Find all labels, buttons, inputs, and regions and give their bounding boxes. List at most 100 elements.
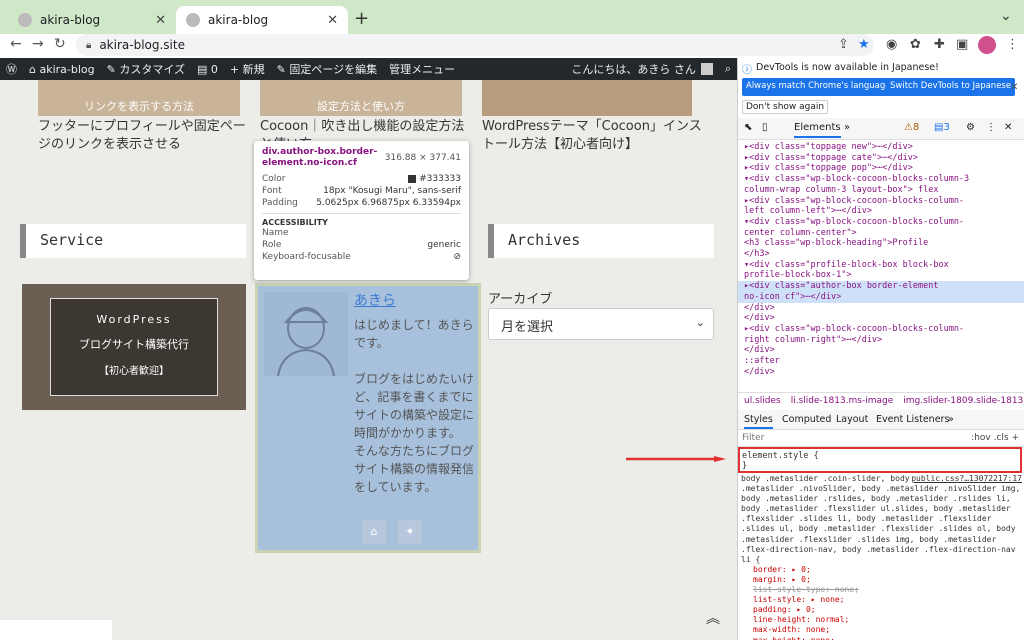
dom-node-line[interactable]: ▸<div class="author-box border-element [738, 281, 1024, 292]
adminbar-admin-menu[interactable]: 管理メニュー [383, 61, 461, 77]
menu-icon[interactable]: ⋮ [1006, 37, 1019, 52]
css-property[interactable]: margin: ▸ 0; [741, 575, 1022, 585]
profile-icon[interactable] [978, 36, 996, 54]
scroll-top-icon[interactable]: ︽ [706, 608, 720, 628]
messages-badge[interactable]: ▤3 [934, 122, 950, 133]
browser-tab-1[interactable]: akira-blog ✕ [8, 6, 176, 34]
close-icon[interactable]: ✕ [1010, 82, 1018, 93]
dom-node-line[interactable]: ▸<div class="toppage pop">⋯</div> [738, 163, 1024, 174]
dom-node-line[interactable]: no-icon cf">⋯</div> [738, 291, 1024, 303]
sidebar-icon[interactable]: ▣ [956, 37, 968, 52]
more-tabs-icon[interactable]: » [844, 122, 850, 133]
tab-elements[interactable]: Elements [794, 122, 841, 138]
tab-computed[interactable]: Computed [782, 414, 831, 425]
tab-search-icon[interactable]: ⌄ [1000, 8, 1012, 24]
pencil-icon: ✎ [276, 62, 290, 76]
css-property[interactable]: border: ▸ 0; [741, 565, 1022, 575]
dom-node-line[interactable]: center column-center"> [738, 228, 1024, 239]
adminbar-site[interactable]: ⌂ akira-blog [23, 63, 101, 76]
service-banner[interactable]: WordPress ブログサイト構築代行 【初心者歓迎】 [22, 284, 246, 410]
dom-node-line[interactable]: left column-left">⋯</div> [738, 206, 1024, 217]
more-style-tabs-icon[interactable]: » [948, 414, 954, 425]
css-property[interactable]: line-height: normal; [741, 615, 1022, 625]
dom-node-line[interactable]: ▸<div class="wp-block-cocoon-blocks-colu… [738, 196, 1024, 207]
device-toggle-icon[interactable]: ▯ [762, 122, 768, 133]
filter-tools[interactable]: :hov .cls + [971, 433, 1019, 443]
dom-node-line[interactable]: </div> [738, 303, 1024, 314]
twitter-icon[interactable]: ✦ [398, 520, 422, 544]
match-language-button[interactable]: Always match Chrome's language [742, 78, 895, 96]
breadcrumb-item[interactable]: img.slider-1809.slide-1813 [903, 396, 1023, 406]
dom-node-line[interactable]: ▾<div class="wp-block-cocoon-blocks-colu… [738, 174, 1024, 185]
adminbar-edit-page[interactable]: ✎ 固定ページを編集 [271, 61, 384, 77]
close-tab-icon[interactable]: ✕ [327, 13, 338, 28]
address-bar[interactable]: 🔒︎ akira-blog.site [76, 34, 874, 56]
post-thumbnail[interactable] [482, 80, 692, 116]
close-devtools-icon[interactable]: ✕ [1004, 122, 1012, 133]
dom-node-line[interactable]: profile-block-box-1"> [738, 270, 1024, 281]
reload-icon[interactable]: ↻ [54, 36, 66, 52]
dom-node-line[interactable]: ▸<div class="toppage cate">⋯</div> [738, 153, 1024, 164]
dom-node-line[interactable]: right column-right">⋯</div> [738, 335, 1024, 346]
adminbar-comments[interactable]: ▤ 0 [191, 63, 224, 76]
rule-source-link[interactable]: public.css?…13072217:17 [911, 474, 1022, 484]
breadcrumb-item[interactable]: li.slide-1813.ms-image [791, 396, 894, 406]
dom-node-line[interactable]: ▾<div class="profile-block-box block-box [738, 260, 1024, 271]
close-tab-icon[interactable]: ✕ [155, 13, 166, 28]
adminbar-customize[interactable]: ✎ カスタマイズ [101, 61, 191, 77]
css-property[interactable]: max-width: none; [741, 625, 1022, 635]
dom-node-line[interactable]: </div> [738, 345, 1024, 356]
dom-node-line[interactable]: column-wrap column-3 layout-box"> flex [738, 185, 1024, 196]
author-name-link[interactable]: あきら [354, 290, 396, 310]
back-icon[interactable]: ← [10, 36, 22, 52]
puzzle-icon[interactable]: ✚ [934, 37, 945, 52]
dom-tree[interactable]: ▸<div class="toppage new">⋯</div> ▸<div c… [738, 142, 1024, 392]
warnings-badge[interactable]: ⚠8 [904, 122, 919, 133]
tab-layout[interactable]: Layout [836, 414, 868, 425]
css-property[interactable]: padding: ▸ 0; [741, 605, 1022, 615]
name-label: Name [262, 228, 289, 238]
dom-node-line[interactable]: </div> [738, 313, 1024, 324]
inspect-icon[interactable]: ⬉ [744, 122, 752, 133]
dom-node-line[interactable]: ::after [738, 356, 1024, 367]
dom-node-line[interactable]: ▾<div class="wp-block-cocoon-blocks-colu… [738, 217, 1024, 228]
styles-filter-input[interactable]: Filter :hov .cls + [738, 431, 1024, 447]
dom-node-line[interactable]: </div> [738, 367, 1024, 378]
forward-icon[interactable]: → [32, 36, 44, 52]
search-icon[interactable]: ⌕ [719, 62, 737, 76]
css-property[interactable]: list-style-type: none; [741, 585, 1022, 595]
extension-icon[interactable]: ✿ [910, 37, 921, 52]
browser-tab-2[interactable]: akira-blog ✕ [176, 6, 348, 34]
dom-node-line[interactable]: </h3> [738, 249, 1024, 260]
new-tab-button[interactable]: + [354, 8, 369, 29]
post-thumbnail[interactable]: 設定方法と使い方 [260, 80, 462, 116]
css-property[interactable]: list-style: ▸ none; [741, 595, 1022, 605]
role-value: generic [427, 240, 461, 250]
dom-node-line[interactable]: ▸<div class="toppage new">⋯</div> [738, 142, 1024, 153]
star-icon[interactable]: ★ [858, 37, 870, 52]
css-property[interactable]: max-height: none; [741, 636, 1022, 640]
adminbar-greeting[interactable]: こんにちは、あきら さん [565, 61, 719, 77]
adminbar-new[interactable]: + 新規 [224, 61, 271, 77]
home-icon[interactable]: ⌂ [362, 520, 386, 544]
breadcrumb-item[interactable]: ul.slides [744, 396, 781, 406]
dont-show-button[interactable]: Don't show again [742, 100, 829, 114]
tab-event-listeners[interactable]: Event Listeners [876, 414, 949, 425]
wp-logo-icon[interactable]: Ⓦ [0, 61, 23, 77]
settings-gear-icon[interactable]: ⚙ [966, 122, 975, 133]
camera-icon[interactable]: ◉ [886, 37, 897, 52]
dom-node-line[interactable]: <h3 class="wp-block-heading">Profile [738, 238, 1024, 249]
post-thumbnail[interactable]: リンクを表示する方法 [38, 80, 240, 116]
share-icon[interactable]: ⇪ [838, 37, 849, 52]
switch-language-button[interactable]: Switch DevTools to Japanese [886, 78, 1016, 96]
element-style-rule[interactable]: element.style { } [738, 447, 1022, 473]
more-options-icon[interactable]: ⋮ [986, 122, 996, 133]
tab-styles[interactable]: Styles [744, 414, 773, 429]
post-title-link[interactable]: フッターにプロフィールや固定ページのリンクを表示させる [38, 118, 246, 154]
archive-dropdown[interactable]: 月を選択 ⌄ [488, 308, 714, 340]
archive-label: アーカイブ [488, 292, 553, 307]
post-title-link[interactable]: WordPressテーマ「Cocoon」インストール方法【初心者向け】 [482, 118, 702, 154]
lock-icon[interactable]: 🔒︎ [86, 40, 91, 51]
devtools-panel: ⓘ DevTools is now available in Japanese!… [737, 58, 1024, 640]
dom-node-line[interactable]: ▸<div class="wp-block-cocoon-blocks-colu… [738, 324, 1024, 335]
